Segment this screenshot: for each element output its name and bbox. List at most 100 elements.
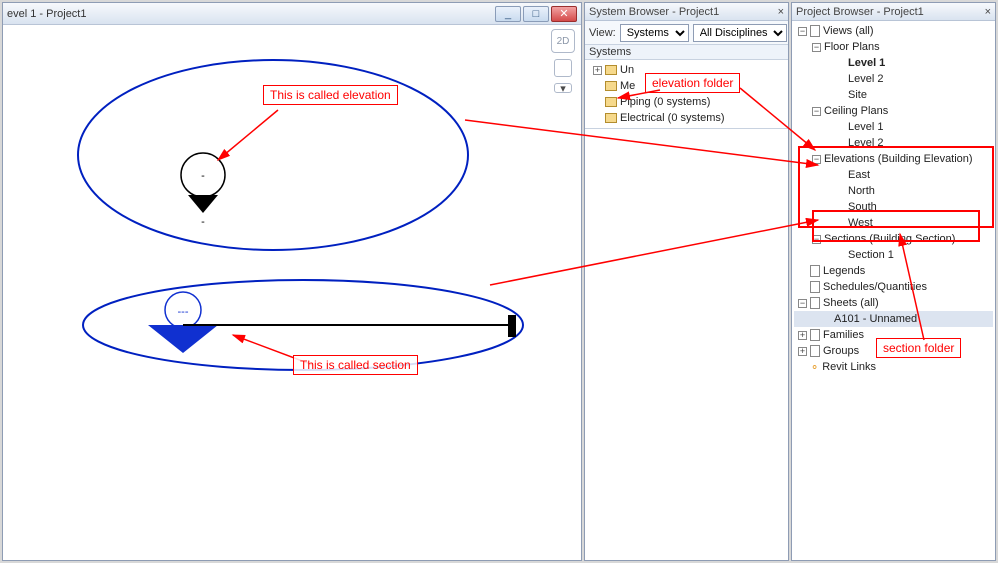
project-tree-item[interactable]: − Views (all) (794, 23, 993, 39)
project-tree-item[interactable]: South (794, 199, 993, 215)
tree-item-label: East (848, 169, 870, 181)
project-tree-item[interactable]: −Sections (Building Section) (794, 231, 993, 247)
project-tree-item[interactable]: North (794, 183, 993, 199)
close-button[interactable]: ✕ (551, 6, 577, 22)
system-browser-toolbar: View: Systems All Disciplines (585, 21, 788, 45)
tree-spacer (836, 203, 845, 212)
annotation-section-label: This is called section (293, 355, 418, 375)
tree-spacer (798, 363, 807, 372)
tree-item-label: Revit Links (822, 361, 876, 373)
project-browser-title-text: Project Browser - Project1 (796, 6, 924, 18)
annotation-elevation-label: This is called elevation (263, 85, 398, 105)
tree-item-label: Floor Plans (824, 41, 880, 53)
project-tree-item[interactable]: Site (794, 87, 993, 103)
tree-item-label: Schedules/Quantities (823, 281, 927, 293)
tree-item-label: Sheets (all) (823, 297, 879, 309)
project-tree-item[interactable]: Level 1 (794, 55, 993, 71)
link-icon: ⚬ (810, 361, 819, 374)
project-tree-item[interactable]: Level 1 (794, 119, 993, 135)
tree-spacer (836, 75, 845, 84)
project-tree-item[interactable]: −Elevations (Building Elevation) (794, 151, 993, 167)
viewport-title: evel 1 - Project1 (7, 8, 86, 20)
system-browser-tree[interactable]: +UnMePiping (0 systems)Electrical (0 sys… (585, 60, 788, 129)
svg-text:---: --- (178, 306, 189, 318)
system-tree-item[interactable]: Electrical (0 systems) (587, 110, 786, 126)
project-browser-tree[interactable]: −Views (all)−Floor PlansLevel 1Level 2Si… (792, 21, 995, 377)
tree-spacer (593, 114, 602, 123)
tree-spacer (798, 283, 807, 292)
project-tree-item[interactable]: A101 - Unnamed (794, 311, 993, 327)
document-icon (810, 281, 820, 293)
tree-spacer (836, 139, 845, 148)
document-icon (810, 329, 820, 341)
nav-expand-icon[interactable]: ▾ (554, 83, 572, 93)
project-tree-item[interactable]: −Floor Plans (794, 39, 993, 55)
folder-icon (605, 65, 617, 75)
folder-icon (605, 113, 617, 123)
tree-item-label: Level 2 (848, 73, 883, 85)
project-tree-item[interactable]: Level 2 (794, 135, 993, 151)
project-tree-item[interactable]: Section 1 (794, 247, 993, 263)
expand-icon[interactable]: + (593, 66, 602, 75)
system-tree-item[interactable]: Piping (0 systems) (587, 94, 786, 110)
project-tree-item[interactable]: − Sheets (all) (794, 295, 993, 311)
viewport-window: evel 1 - Project1 _ □ ✕ 2D ▾ - - (2, 2, 582, 561)
project-tree-item[interactable]: East (794, 167, 993, 183)
tree-spacer (836, 219, 845, 228)
tree-spacer (836, 251, 845, 260)
tree-spacer (836, 123, 845, 132)
systems-header: Systems (585, 45, 788, 60)
minimize-button[interactable]: _ (495, 6, 521, 22)
tree-item-label: Legends (823, 265, 865, 277)
document-icon (810, 297, 820, 309)
collapse-icon[interactable]: − (812, 43, 821, 52)
tree-item-label: Level 2 (848, 137, 883, 149)
collapse-icon[interactable]: − (812, 155, 821, 164)
tree-item-label: Views (all) (823, 25, 874, 37)
svg-text:-: - (201, 170, 205, 182)
tree-item-label: Piping (0 systems) (620, 96, 710, 108)
project-tree-item[interactable]: Legends (794, 263, 993, 279)
viewcube-2d-icon[interactable]: 2D (551, 29, 575, 53)
project-browser-title[interactable]: Project Browser - Project1 × (792, 3, 995, 21)
expand-icon[interactable]: + (798, 331, 807, 340)
tree-item-label: Site (848, 89, 867, 101)
discipline-select[interactable]: All Disciplines (693, 24, 787, 42)
tree-item-label: A101 - Unnamed (834, 313, 917, 325)
tree-spacer (836, 91, 845, 100)
tree-item-label: Level 1 (848, 121, 883, 133)
view-label: View: (589, 27, 616, 39)
expand-icon[interactable]: + (798, 347, 807, 356)
project-tree-item[interactable]: −Ceiling Plans (794, 103, 993, 119)
project-tree-item[interactable]: West (794, 215, 993, 231)
collapse-icon[interactable]: − (812, 107, 821, 116)
tree-item-label: Families (823, 329, 864, 341)
system-browser-title[interactable]: System Browser - Project1 × (585, 3, 788, 21)
tree-item-label: Ceiling Plans (824, 105, 888, 117)
nav-tools: 2D ▾ (549, 29, 577, 93)
collapse-icon[interactable]: − (798, 299, 807, 308)
project-tree-item[interactable]: Schedules/Quantities (794, 279, 993, 295)
view-select[interactable]: Systems (620, 24, 689, 42)
tree-spacer (822, 315, 831, 324)
maximize-button[interactable]: □ (523, 6, 549, 22)
collapse-icon[interactable]: − (798, 27, 807, 36)
document-icon (810, 25, 820, 37)
section-marker-icon: --- (148, 292, 516, 353)
system-browser-close-icon[interactable]: × (778, 6, 784, 18)
tree-item-label: Level 1 (848, 57, 885, 69)
project-browser-close-icon[interactable]: × (985, 6, 991, 18)
viewport-titlebar[interactable]: evel 1 - Project1 _ □ ✕ (3, 3, 581, 25)
annotation-section-folder: section folder (876, 338, 961, 358)
tree-spacer (836, 171, 845, 180)
window-controls: _ □ ✕ (495, 6, 577, 22)
project-tree-item[interactable]: Level 2 (794, 71, 993, 87)
tree-item-label: Electrical (0 systems) (620, 112, 725, 124)
tree-spacer (798, 267, 807, 276)
tree-spacer (836, 187, 845, 196)
drawing-canvas[interactable]: 2D ▾ - - --- (3, 25, 581, 560)
collapse-icon[interactable]: − (812, 235, 821, 244)
project-tree-item[interactable]: ⚬Revit Links (794, 359, 993, 375)
nav-icon[interactable] (554, 59, 572, 77)
document-icon (810, 345, 820, 357)
